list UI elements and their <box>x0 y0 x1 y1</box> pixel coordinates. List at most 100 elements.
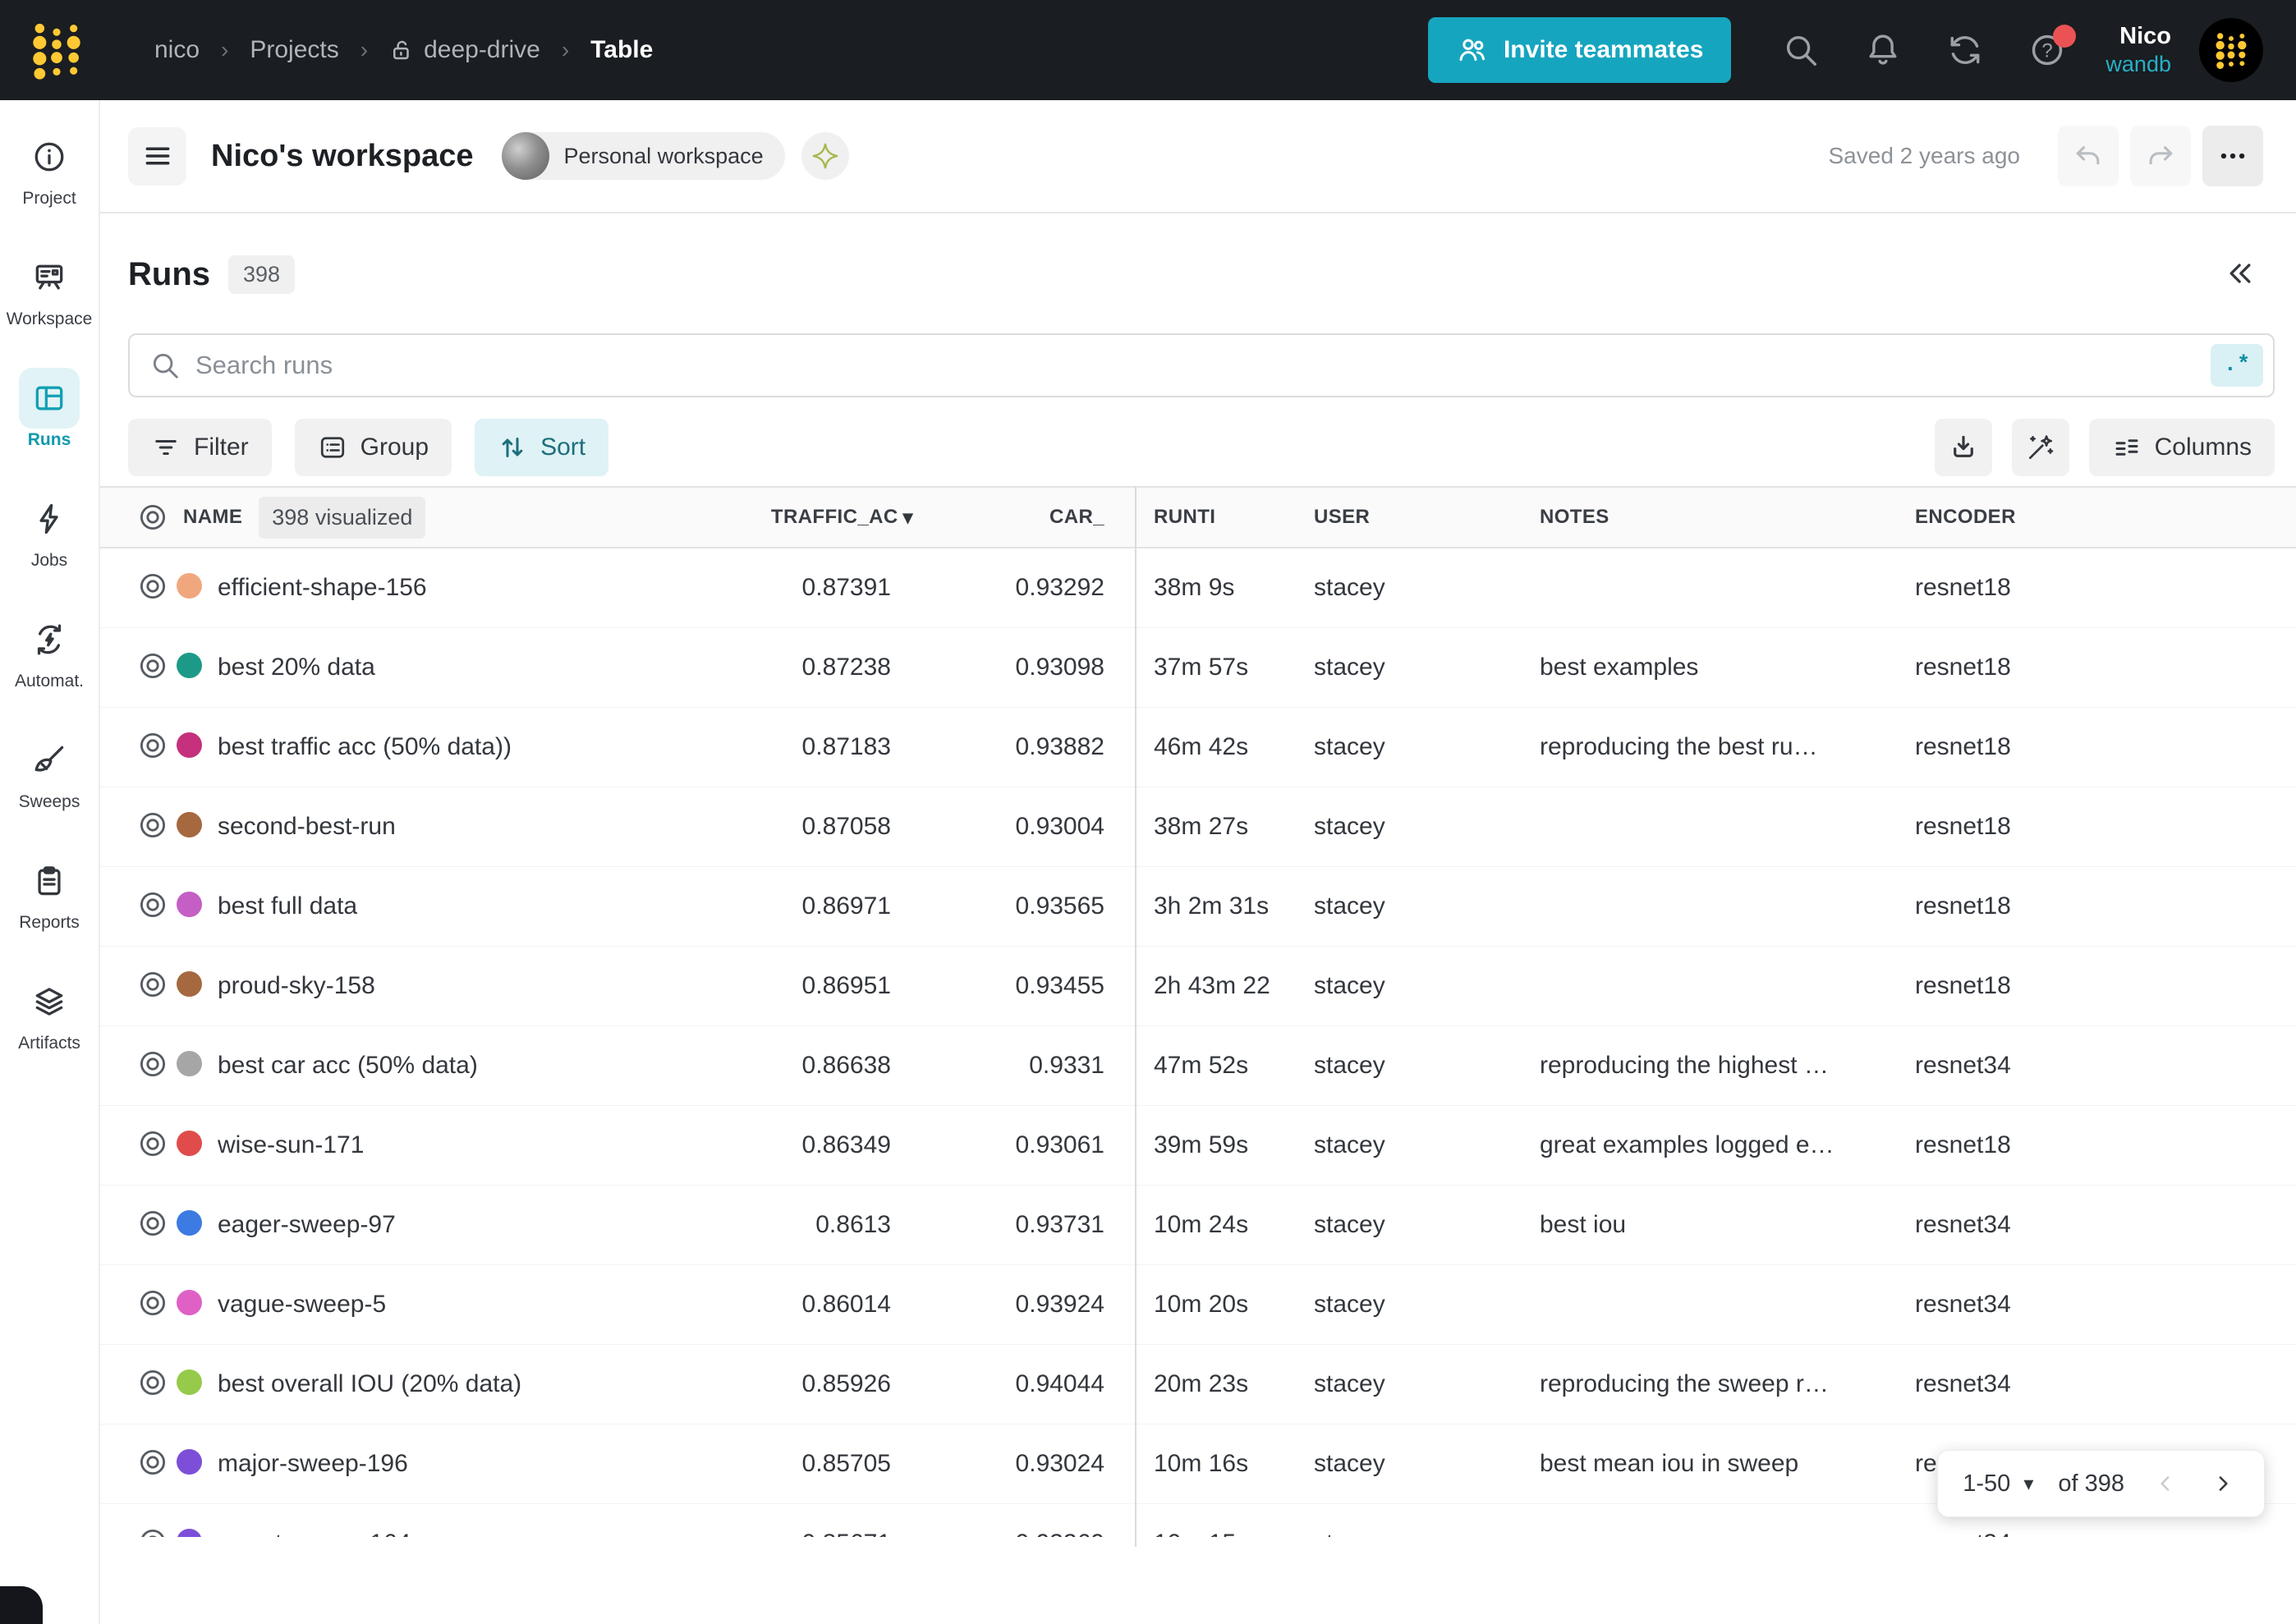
table-row[interactable]: proud-sky-1580.869510.934552h 43m 22stac… <box>100 947 2296 1026</box>
notes-value[interactable]: best mean iou in sweep <box>1521 1450 1896 1478</box>
column-header-notes[interactable]: NOTES <box>1521 506 1896 529</box>
row-visibility-toggle[interactable] <box>128 650 177 686</box>
row-visibility-toggle[interactable] <box>128 1208 177 1243</box>
notes-value[interactable]: reproducing the highest … <box>1521 1052 1896 1080</box>
notes-value[interactable]: reproducing the best ru… <box>1521 733 1896 761</box>
sidebar-item-sweeps[interactable]: Sweeps <box>0 730 99 851</box>
table-row[interactable]: efficient-shape-1560.873910.9329238m 9ss… <box>100 548 2296 628</box>
table-row[interactable]: best traffic acc (50% data))0.871830.938… <box>100 708 2296 787</box>
run-name-link[interactable]: eager-sweep-97 <box>218 1211 739 1239</box>
table-row[interactable]: best 20% data0.872380.9309837m 57sstacey… <box>100 628 2296 708</box>
row-visibility-toggle[interactable] <box>128 1287 177 1323</box>
breadcrumb-project[interactable]: deep-drive <box>389 36 540 64</box>
table-row[interactable]: best full data0.869710.935653h 2m 31ssta… <box>100 867 2296 947</box>
next-page-button[interactable] <box>2206 1467 2239 1500</box>
run-name-link[interactable]: best traffic acc (50% data)) <box>218 733 739 761</box>
help-icon[interactable]: ? <box>2028 31 2066 69</box>
workspace-owner-pill[interactable]: Personal workspace <box>502 132 785 180</box>
search-icon[interactable] <box>1782 31 1820 69</box>
column-header-runtime[interactable]: RUNTI <box>1135 506 1295 529</box>
run-color-dot <box>177 1051 202 1076</box>
breadcrumb-projects[interactable]: Projects <box>250 36 338 64</box>
row-visibility-toggle[interactable] <box>128 1128 177 1163</box>
notes-value[interactable]: great examples logged e… <box>1521 1131 1896 1159</box>
run-name-link[interactable]: best overall IOU (20% data) <box>218 1370 739 1398</box>
column-header-car-acc[interactable]: CAR_ <box>920 506 1135 529</box>
run-color-cell <box>177 1210 218 1240</box>
notes-value[interactable]: reproducing the sweep r… <box>1521 1370 1896 1398</box>
row-visibility-toggle[interactable] <box>128 889 177 924</box>
column-header-traffic-acc[interactable]: TRAFFIC_AC ▾ <box>739 506 920 530</box>
filter-button[interactable]: Filter <box>128 419 272 476</box>
previous-page-button[interactable] <box>2149 1467 2182 1500</box>
sort-button[interactable]: Sort <box>475 419 608 476</box>
run-name-link[interactable]: best full data <box>218 892 739 920</box>
table-row[interactable]: best car acc (50% data)0.866380.933147m … <box>100 1026 2296 1106</box>
collapse-panel-button[interactable] <box>2219 253 2262 296</box>
sidebar-item-project[interactable]: Project <box>0 126 99 247</box>
sidebar-item-artifacts[interactable]: Artifacts <box>0 971 99 1092</box>
row-visibility-toggle[interactable] <box>128 1526 177 1538</box>
refresh-icon[interactable] <box>1946 31 1984 69</box>
table-row[interactable]: best overall IOU (20% data)0.859260.9404… <box>100 1345 2296 1424</box>
regex-toggle-button[interactable]: .* <box>2211 344 2263 387</box>
traffic-acc-value: 0.86971 <box>739 892 920 920</box>
table-row[interactable]: vague-sweep-50.860140.9392410m 20sstacey… <box>100 1265 2296 1345</box>
row-visibility-toggle[interactable] <box>128 571 177 606</box>
filter-icon <box>151 433 181 462</box>
sidebar-item-automat[interactable]: Automat. <box>0 609 99 730</box>
run-name-link[interactable]: swept-sweep-164 <box>218 1530 739 1537</box>
breadcrumb-user[interactable]: nico <box>154 36 200 64</box>
layers-icon <box>19 971 80 1032</box>
row-visibility-toggle[interactable] <box>128 1447 177 1482</box>
run-name-link[interactable]: second-best-run <box>218 813 739 841</box>
row-visibility-toggle[interactable] <box>128 1367 177 1402</box>
row-visibility-toggle[interactable] <box>128 969 177 1004</box>
table-row[interactable]: eager-sweep-970.86130.9373110m 24sstacey… <box>100 1186 2296 1265</box>
sidebar-item-reports[interactable]: Reports <box>0 851 99 971</box>
notes-value[interactable]: best examples <box>1521 654 1896 681</box>
search-runs-input[interactable] <box>195 351 2211 380</box>
run-name-link[interactable]: best car acc (50% data) <box>218 1052 739 1080</box>
corner-widget[interactable] <box>0 1586 43 1624</box>
pinned-column-divider[interactable] <box>1135 486 1137 1547</box>
run-name-link[interactable]: major-sweep-196 <box>218 1450 739 1478</box>
visibility-all-icon[interactable] <box>128 502 177 533</box>
run-color-dot <box>177 1131 202 1156</box>
run-color-cell <box>177 892 218 921</box>
sparkle-button[interactable] <box>801 132 849 180</box>
user-block[interactable]: Nico wandb <box>2105 21 2171 79</box>
sidebar-item-runs[interactable]: Runs <box>0 368 99 489</box>
workspace-menu-button[interactable] <box>128 127 186 186</box>
run-name-link[interactable]: best 20% data <box>218 654 739 681</box>
run-color-dot <box>177 1210 202 1236</box>
run-name-link[interactable]: vague-sweep-5 <box>218 1291 739 1319</box>
column-header-name[interactable]: NAME 398 visualized <box>177 497 739 539</box>
runtime-value: 10m 20s <box>1135 1291 1295 1319</box>
wandb-logo-icon[interactable] <box>31 19 100 81</box>
row-visibility-toggle[interactable] <box>128 1048 177 1084</box>
magic-wand-button[interactable] <box>2012 419 2069 476</box>
row-visibility-toggle[interactable] <box>128 810 177 845</box>
notifications-bell-icon[interactable] <box>1864 31 1902 69</box>
undo-button[interactable] <box>2058 126 2119 186</box>
table-row[interactable]: wise-sun-1710.863490.9306139m 59sstaceyg… <box>100 1106 2296 1186</box>
sidebar-item-jobs[interactable]: Jobs <box>0 489 99 609</box>
notes-value[interactable]: best iou <box>1521 1211 1896 1239</box>
run-name-link[interactable]: wise-sun-171 <box>218 1131 739 1159</box>
page-size-dropdown[interactable]: 1-50 ▾ <box>1963 1470 2033 1498</box>
column-header-encoder[interactable]: ENCODER <box>1896 506 2275 529</box>
group-button[interactable]: Group <box>295 419 452 476</box>
export-download-button[interactable] <box>1935 419 1992 476</box>
column-header-user[interactable]: USER <box>1295 506 1521 529</box>
sidebar-item-workspace[interactable]: Workspace <box>0 247 99 368</box>
run-name-link[interactable]: efficient-shape-156 <box>218 574 739 602</box>
columns-button[interactable]: Columns <box>2089 419 2275 476</box>
row-visibility-toggle[interactable] <box>128 730 177 765</box>
user-avatar[interactable] <box>2199 18 2263 82</box>
redo-button[interactable] <box>2130 126 2191 186</box>
table-row[interactable]: second-best-run0.870580.9300438m 27sstac… <box>100 787 2296 867</box>
run-name-link[interactable]: proud-sky-158 <box>218 972 739 1000</box>
more-options-button[interactable] <box>2202 126 2263 186</box>
invite-teammates-button[interactable]: Invite teammates <box>1428 17 1731 83</box>
